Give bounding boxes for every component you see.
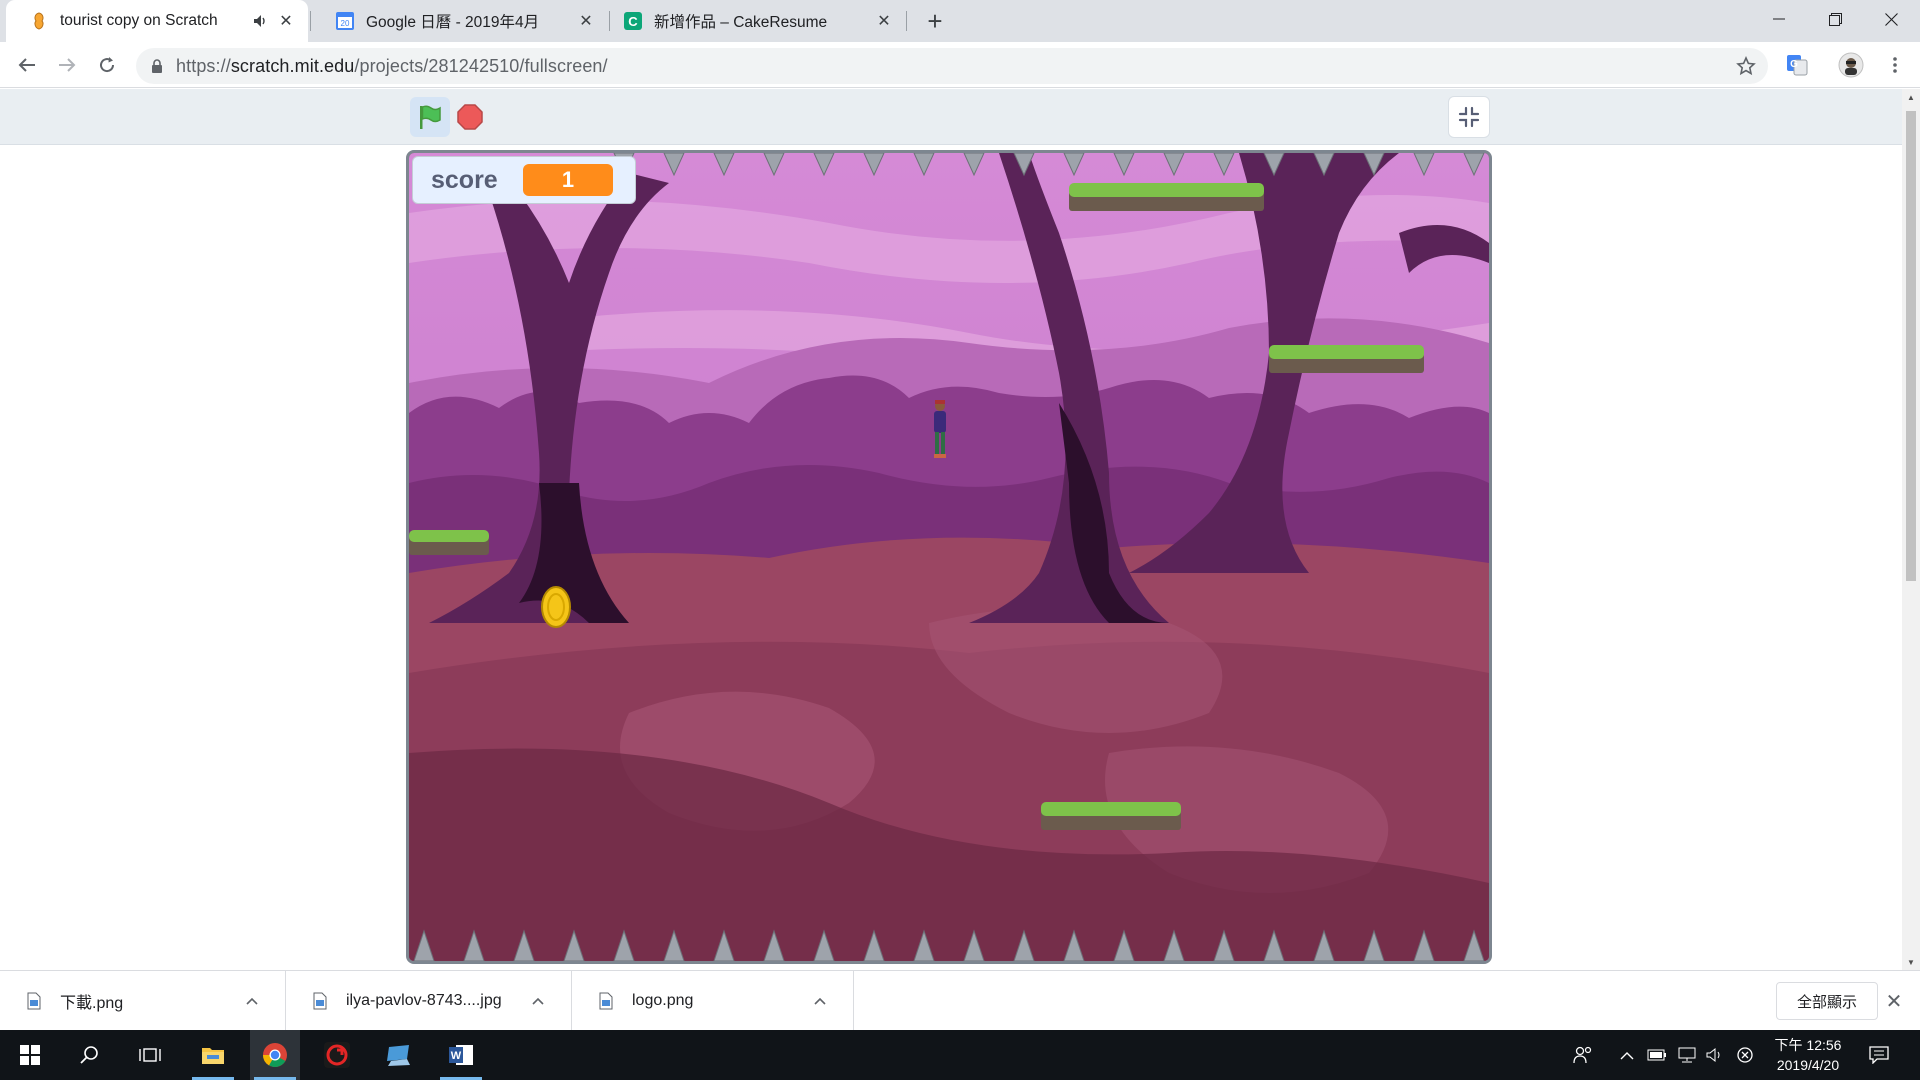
system-clock[interactable]: 下午 12:56 2019/4/20 (1768, 1035, 1848, 1077)
svg-text:20: 20 (341, 19, 350, 28)
network-icon[interactable] (1676, 1045, 1698, 1065)
lock-icon[interactable] (150, 58, 164, 74)
image-file-icon (312, 991, 328, 1011)
chrome-taskbar-icon[interactable] (250, 1030, 300, 1080)
cakeresume-icon: C (624, 12, 642, 30)
download-filename: logo.png (632, 992, 694, 1009)
bookmark-star-icon[interactable] (1736, 56, 1756, 76)
exit-fullscreen-button[interactable] (1448, 96, 1490, 138)
download-filename: 下載.png (60, 995, 124, 1012)
chrome-menu-icon[interactable] (1880, 50, 1910, 80)
back-button[interactable] (10, 48, 44, 82)
tab-cakeresume[interactable]: C 新增作品 – CakeResume ✕ (610, 0, 906, 42)
image-file-icon (26, 991, 42, 1011)
player-sprite (934, 400, 946, 458)
image-file-icon (598, 991, 614, 1011)
close-tab-icon[interactable]: ✕ (576, 11, 596, 31)
chevron-up-icon[interactable] (527, 990, 549, 1012)
people-icon[interactable] (1572, 1045, 1594, 1065)
profile-avatar[interactable] (1836, 50, 1866, 80)
tab-title: Google 日曆 - 2019年4月 (366, 14, 540, 31)
grass-platform (409, 530, 489, 555)
volume-icon[interactable] (1704, 1045, 1726, 1065)
green-flag-icon (420, 105, 441, 129)
score-variable-monitor[interactable]: score 1 (412, 156, 636, 204)
download-item[interactable]: ilya-pavlov-8743....jpg (286, 971, 572, 1031)
close-tab-icon[interactable]: ✕ (874, 11, 894, 31)
google-calendar-icon: 20 (336, 12, 354, 30)
grass-platform (1069, 183, 1264, 211)
close-shelf-icon[interactable]: ✕ (1884, 991, 1904, 1013)
close-window-button[interactable] (1862, 0, 1920, 38)
url-text[interactable]: https://scratch.mit.edu/projects/2812425… (176, 56, 608, 77)
svg-text:G: G (1790, 59, 1798, 70)
tab-scratch[interactable]: tourist copy on Scratch ✕ (6, 0, 308, 42)
clock-time: 下午 12:56 (1774, 1037, 1842, 1053)
coin-sprite (541, 586, 571, 628)
scrollbar-thumb[interactable] (1906, 111, 1916, 581)
tab-strip: tourist copy on Scratch ✕ 20 Google 日曆 -… (0, 0, 1920, 42)
green-flag-button[interactable] (410, 97, 450, 137)
download-item[interactable]: logo.png (572, 971, 854, 1031)
url-host: scratch.mit.edu (230, 55, 355, 76)
scratch-stage[interactable]: score 1 (406, 150, 1492, 964)
chevron-up-icon[interactable] (1616, 1045, 1638, 1065)
reload-button[interactable] (90, 48, 124, 82)
stage-backdrop (409, 153, 1489, 961)
tab-title: tourist copy on Scratch (60, 12, 218, 29)
forward-button[interactable] (50, 48, 84, 82)
score-value: 1 (523, 164, 613, 196)
tab-title: 新增作品 – CakeResume (654, 14, 828, 31)
close-tab-icon[interactable]: ✕ (276, 11, 296, 31)
no-connection-icon[interactable] (1734, 1045, 1756, 1065)
scroll-up-arrow-icon[interactable]: ▲ (1902, 89, 1920, 105)
download-item[interactable]: 下載.png (0, 971, 286, 1031)
desktop-app-icon[interactable] (374, 1030, 424, 1080)
url-path: /projects/281242510/fullscreen/ (354, 55, 608, 76)
grass-platform (1041, 802, 1181, 830)
exit-fullscreen-icon (1458, 106, 1480, 128)
url-scheme: https:// (176, 55, 231, 76)
windows-start-icon[interactable] (5, 1030, 55, 1080)
task-view-icon[interactable] (125, 1030, 175, 1080)
search-icon[interactable] (65, 1030, 115, 1080)
download-shelf: 下載.png ilya-pavlov-8743....jpg logo.png … (0, 970, 1920, 1031)
minimize-button[interactable] (1750, 0, 1808, 38)
google-translate-extension-icon[interactable]: G (1782, 50, 1812, 80)
stop-sign-icon (457, 104, 483, 130)
notification-center-icon[interactable] (1868, 1045, 1890, 1065)
garena-app-icon[interactable] (312, 1030, 362, 1080)
address-bar[interactable]: https://scratch.mit.edu/projects/2812425… (136, 48, 1768, 84)
page-scrollbar[interactable]: ▲ ▼ (1902, 89, 1920, 970)
word-icon[interactable]: W (436, 1030, 486, 1080)
download-filename: ilya-pavlov-8743....jpg (346, 992, 502, 1009)
scratch-controls-bar (0, 89, 1902, 145)
grass-platform (1269, 345, 1424, 373)
chevron-up-icon[interactable] (241, 990, 263, 1012)
score-label: score (431, 165, 498, 194)
restore-button[interactable] (1806, 0, 1864, 38)
new-tab-button[interactable]: + (920, 6, 950, 36)
windows-taskbar: W 下午 12:56 2019/4/20 (0, 1030, 1920, 1080)
clock-date: 2019/4/20 (1776, 1057, 1840, 1073)
show-all-downloads-button[interactable]: 全部顯示 (1776, 982, 1879, 1020)
stop-button[interactable] (455, 102, 485, 132)
svg-text:W: W (451, 1050, 462, 1062)
file-explorer-icon[interactable] (188, 1030, 238, 1080)
chevron-up-icon[interactable] (809, 990, 831, 1012)
tab-divider (906, 11, 907, 31)
svg-text:C: C (628, 14, 638, 29)
scroll-down-arrow-icon[interactable]: ▼ (1902, 954, 1920, 970)
scratch-cat-icon (30, 12, 48, 30)
browser-toolbar: https://scratch.mit.edu/projects/2812425… (0, 42, 1920, 88)
battery-icon[interactable] (1646, 1045, 1668, 1065)
speaker-icon[interactable] (252, 12, 270, 30)
tab-google-calendar[interactable]: 20 Google 日曆 - 2019年4月 ✕ (312, 0, 608, 42)
tab-divider (310, 11, 311, 31)
